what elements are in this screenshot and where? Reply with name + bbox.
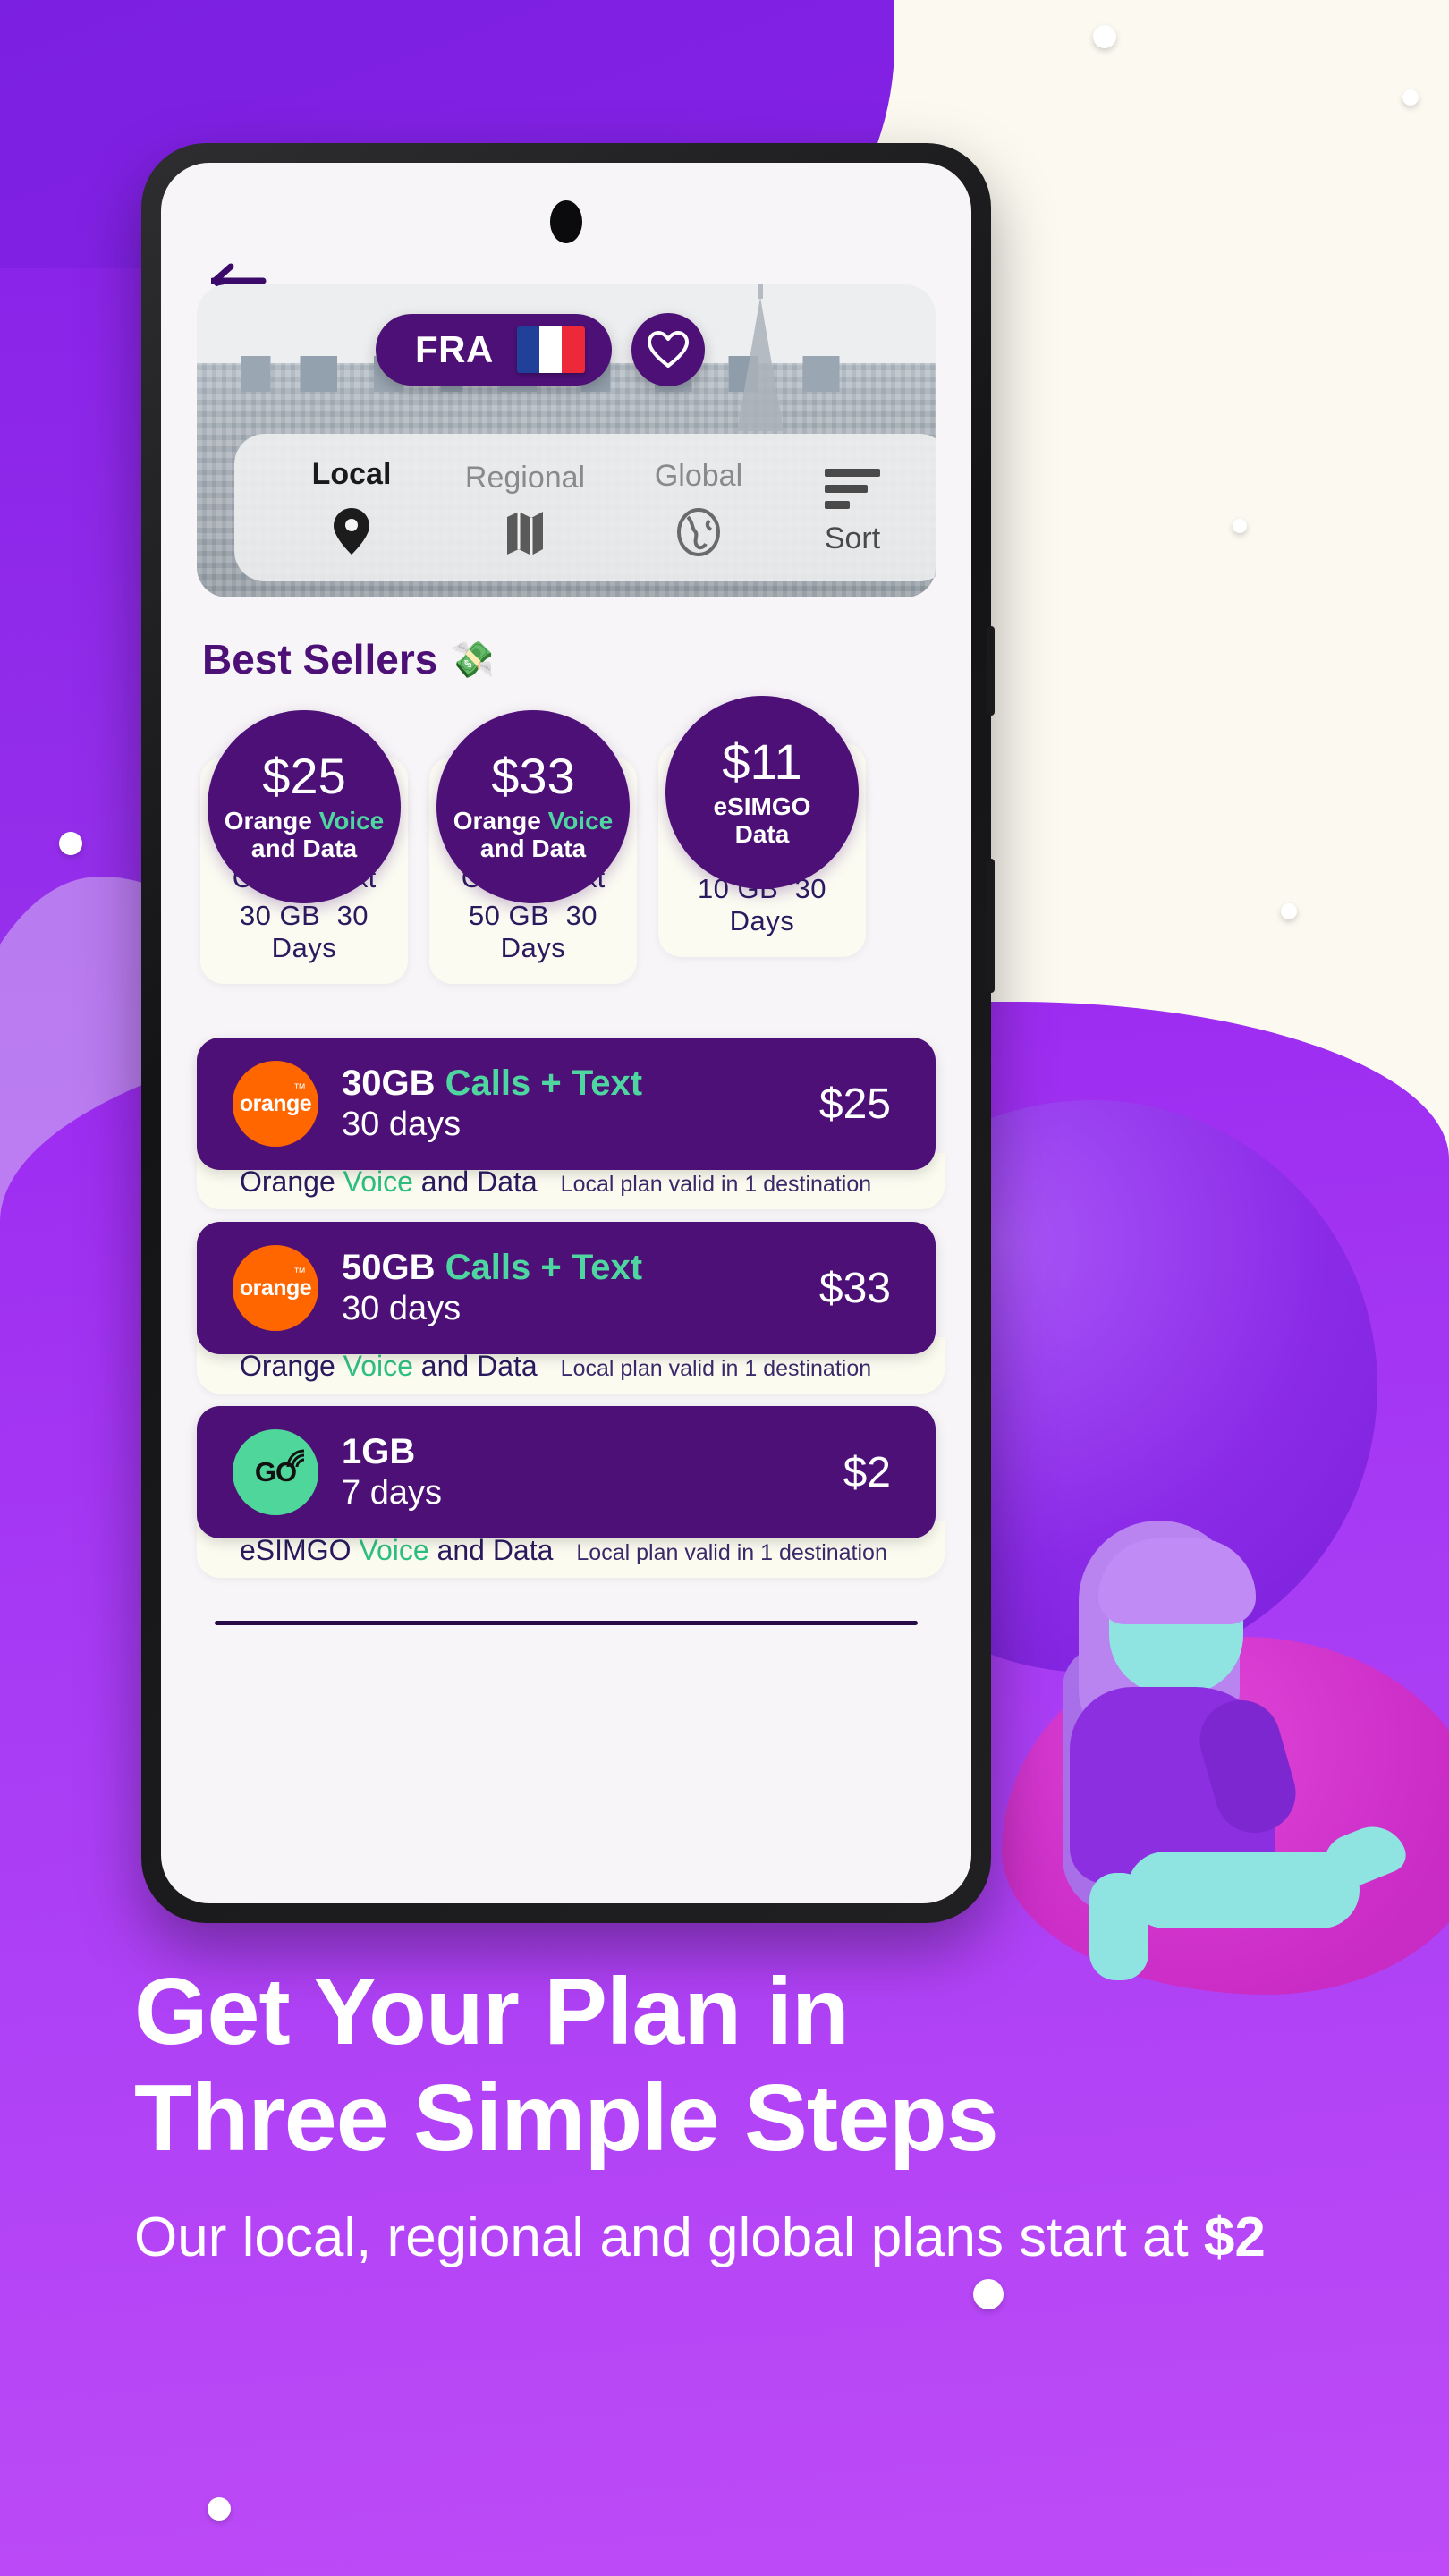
best-seller-price-bubble: $33 Orange Voice and Data xyxy=(436,710,630,903)
plan-price: $25 xyxy=(818,1080,891,1128)
plan-card[interactable]: orange ™ 30GB Calls + Text 30 days $25 xyxy=(197,1038,936,1170)
plan-scope-tabs: Local Regional Global Sort xyxy=(234,434,936,581)
tab-regional-label: Regional xyxy=(464,461,586,495)
plan-footer-operator: eSIMGO Voice and Data xyxy=(240,1534,554,1566)
best-seller-card[interactable]: $11 eSIMGO Data 10 GB 30 Days xyxy=(658,696,866,957)
country-selector-pill[interactable]: FRA xyxy=(376,314,612,386)
best-seller-meta: 30 GB 30 Days xyxy=(239,900,369,963)
best-seller-card[interactable]: $33 Orange Voice and Data Calls + Text 5… xyxy=(429,710,637,984)
sort-label: Sort xyxy=(824,521,881,555)
decor-dot xyxy=(1093,25,1116,48)
promo-subline-text: Our local, regional and global plans sta… xyxy=(134,2207,1204,2269)
best-sellers-heading: Best Sellers 💸 xyxy=(202,635,936,683)
globe-icon xyxy=(677,508,720,556)
plan-row[interactable]: Orange Voice and Data Local plan valid i… xyxy=(197,1038,945,1209)
best-seller-price: $25 xyxy=(262,747,346,804)
character-illustration xyxy=(993,1512,1413,1995)
promo-copy: Get Your Plan in Three Simple Steps Our … xyxy=(134,1959,1351,2273)
promo-screenshot: FRA Local Regional Global Sort Best Sell… xyxy=(0,0,1449,2576)
best-sellers-title: Best Sellers xyxy=(202,636,438,682)
phone-mockup: FRA Local Regional Global Sort Best Sell… xyxy=(141,143,995,1923)
plan-row[interactable]: Orange Voice and Data Local plan valid i… xyxy=(197,1222,945,1394)
tab-regional[interactable]: Regional xyxy=(438,461,612,556)
plan-footer-note: Local plan valid in 1 destination xyxy=(560,1172,872,1197)
plan-duration: 30 days xyxy=(342,1105,462,1143)
decor-dot xyxy=(1233,519,1247,533)
best-seller-operator: Orange Voice and Data xyxy=(453,806,614,862)
plan-row[interactable]: eSIMGO Voice and Data Local plan valid i… xyxy=(197,1406,945,1578)
front-camera xyxy=(550,200,582,243)
best-seller-price: $33 xyxy=(491,747,575,804)
decor-dot xyxy=(1281,903,1297,919)
plan-headline: 1GB xyxy=(342,1431,416,1471)
decor-dot xyxy=(1402,89,1419,106)
country-code-label: FRA xyxy=(415,328,494,370)
plan-duration: 30 days xyxy=(342,1289,462,1327)
go-logo-icon: GO xyxy=(233,1429,318,1515)
destination-hero-card: FRA Local Regional Global Sort xyxy=(197,284,936,597)
tab-global-label: Global xyxy=(654,459,743,493)
favorite-button[interactable] xyxy=(631,313,705,386)
phone-volume-button[interactable] xyxy=(987,859,995,993)
sort-lines-icon xyxy=(825,469,880,509)
signal-waves-icon xyxy=(286,1449,305,1468)
plan-card[interactable]: GO 1GB 7 days $2 xyxy=(197,1406,936,1538)
orange-logo-icon: orange ™ xyxy=(233,1245,318,1331)
money-emoji-icon: 💸 xyxy=(450,640,496,680)
tab-local-label: Local xyxy=(311,457,392,491)
plan-footer-operator: Orange Voice and Data xyxy=(240,1165,538,1198)
map-icon xyxy=(507,512,543,555)
promo-subline: Our local, regional and global plans sta… xyxy=(134,2203,1351,2273)
best-seller-price: $11 xyxy=(722,733,802,790)
tab-global[interactable]: Global xyxy=(612,459,785,556)
plan-details: 50GB Calls + Text 30 days xyxy=(342,1247,796,1330)
best-seller-price-bubble: $25 Orange Voice and Data xyxy=(208,710,401,903)
plan-price: $2 xyxy=(843,1448,891,1496)
promo-headline-line1: Get Your Plan in xyxy=(134,1959,850,2064)
promo-headline-line2: Three Simple Steps xyxy=(134,2064,999,2171)
plan-headline: 50GB Calls + Text xyxy=(342,1247,643,1287)
plan-footer-note: Local plan valid in 1 destination xyxy=(560,1356,872,1381)
promo-subline-price: $2 xyxy=(1203,2207,1266,2269)
plan-card[interactable]: orange ™ 50GB Calls + Text 30 days $33 xyxy=(197,1222,936,1354)
phone-screen: FRA Local Regional Global Sort Best Sell… xyxy=(161,163,971,1903)
tab-local[interactable]: Local xyxy=(265,457,438,556)
plan-footer-operator: Orange Voice and Data xyxy=(240,1350,538,1382)
plan-price: $33 xyxy=(818,1264,891,1312)
plan-details: 1GB 7 days xyxy=(342,1431,820,1514)
decor-dot xyxy=(59,832,82,855)
decor-dot xyxy=(973,2279,1004,2309)
sort-button[interactable]: Sort xyxy=(785,467,919,556)
orange-logo-icon: orange ™ xyxy=(233,1061,318,1147)
best-seller-operator: Orange Voice and Data xyxy=(224,806,385,862)
location-pin-icon xyxy=(334,508,369,555)
promo-headline: Get Your Plan in Three Simple Steps xyxy=(134,1959,1351,2171)
best-seller-operator: eSIMGO Data xyxy=(713,792,811,848)
plan-list: Orange Voice and Data Local plan valid i… xyxy=(197,1038,945,1578)
plan-duration: 7 days xyxy=(342,1473,442,1512)
france-flag-icon xyxy=(516,326,585,373)
best-sellers-row: $25 Orange Voice and Data Calls + Text 3… xyxy=(197,696,936,984)
plan-footer-note: Local plan valid in 1 destination xyxy=(576,1540,887,1565)
phone-side-button[interactable] xyxy=(987,626,995,716)
plan-headline: 30GB Calls + Text xyxy=(342,1063,643,1103)
best-seller-meta: 50 GB 30 Days xyxy=(468,900,598,963)
decor-dot xyxy=(208,2497,231,2521)
best-seller-card[interactable]: $25 Orange Voice and Data Calls + Text 3… xyxy=(200,710,408,984)
list-divider xyxy=(215,1621,918,1625)
best-seller-price-bubble: $11 eSIMGO Data xyxy=(665,696,859,889)
plan-details: 30GB Calls + Text 30 days xyxy=(342,1063,796,1146)
heart-icon xyxy=(647,331,689,368)
